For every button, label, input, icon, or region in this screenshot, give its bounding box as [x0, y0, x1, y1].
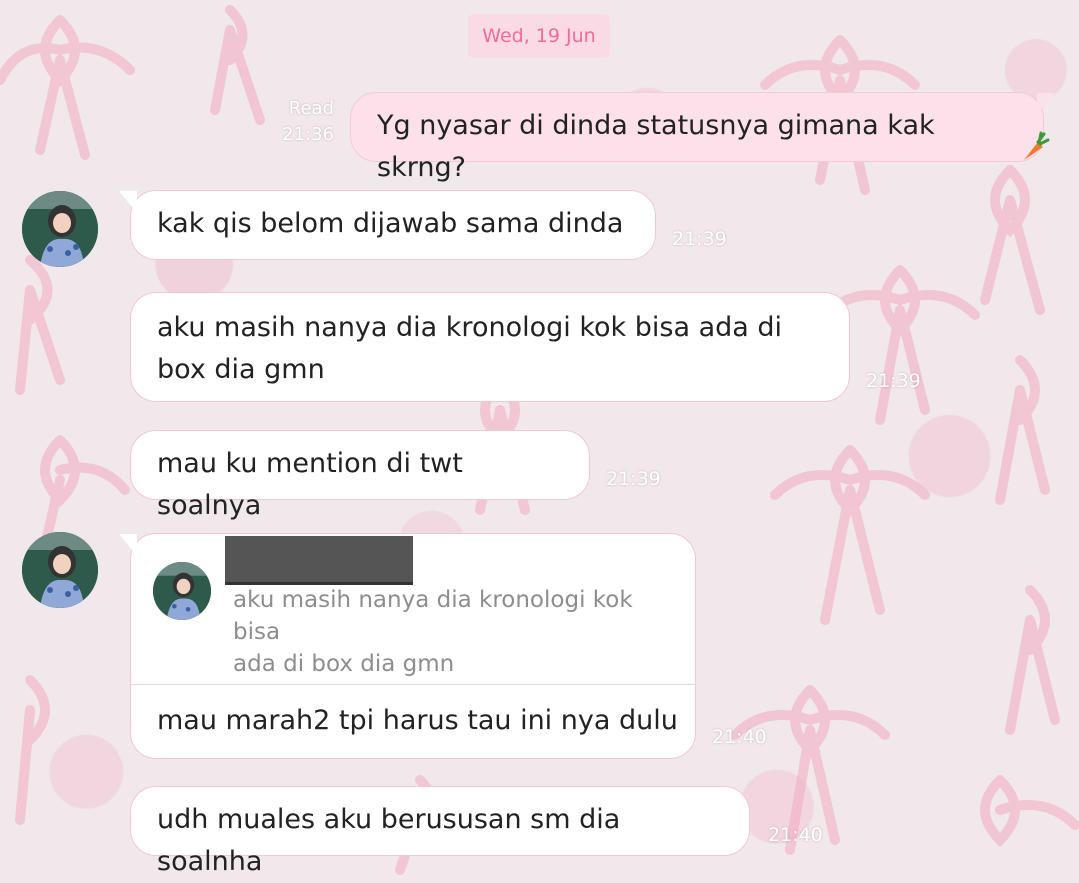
- date-separator: Wed, 19 Jun: [468, 14, 610, 58]
- message-time: 21:40: [712, 726, 767, 748]
- outgoing-message-bubble[interactable]: Yg nyasar di dinda statusnya gimana kak …: [350, 92, 1055, 183]
- message-time: 21:39: [606, 468, 661, 490]
- profile-avatar-image: [153, 562, 211, 620]
- message-time: 21:39: [866, 370, 921, 392]
- incoming-message-bubble[interactable]: mau ku mention di twt soalnya: [130, 430, 590, 521]
- message-time: 21:40: [768, 824, 823, 846]
- contact-avatar[interactable]: [22, 191, 98, 267]
- incoming-message-bubble[interactable]: aku masih nanya dia kronologi kok bisa a…: [130, 292, 850, 402]
- message-text: Yg nyasar di dinda statusnya gimana kak …: [377, 110, 935, 183]
- redacted-name: [225, 536, 413, 585]
- message-time: 21:36: [282, 124, 334, 145]
- reply-message-bubble[interactable]: aku masih nanya dia kronologi kok bisa a…: [119, 533, 696, 759]
- carrot-icon: [1024, 131, 1050, 160]
- message-text-line: box dia gmn: [157, 354, 325, 385]
- message-time: 21:39: [672, 228, 727, 250]
- message-text: mau ku mention di twt soalnya: [157, 448, 463, 521]
- read-receipt: Read: [288, 98, 334, 119]
- reply-divider: [131, 684, 695, 685]
- message-text: udh muales aku berususan sm dia soalnha: [157, 804, 621, 877]
- quoted-avatar: [153, 562, 211, 620]
- profile-avatar-image: [22, 532, 98, 608]
- incoming-message-bubble[interactable]: udh muales aku berususan sm dia soalnha: [130, 786, 750, 877]
- message-text: kak qis belom dijawab sama dinda: [157, 208, 624, 239]
- quoted-message[interactable]: aku masih nanya dia kronologi kok bisa a…: [233, 584, 683, 680]
- profile-avatar-image: [22, 191, 98, 267]
- contact-avatar[interactable]: [22, 532, 98, 608]
- quoted-text-line: ada di box dia gmn: [233, 651, 455, 677]
- message-text-line: aku masih nanya dia kronologi kok bisa a…: [157, 312, 783, 343]
- incoming-message-bubble[interactable]: kak qis belom dijawab sama dinda: [119, 190, 656, 260]
- message-status: Read 21:36: [272, 96, 334, 148]
- message-text: mau marah2 tpi harus tau ini nya dulu: [157, 705, 678, 736]
- quoted-text-line: aku masih nanya dia kronologi kok bisa: [233, 587, 633, 645]
- date-label: Wed, 19 Jun: [482, 25, 596, 47]
